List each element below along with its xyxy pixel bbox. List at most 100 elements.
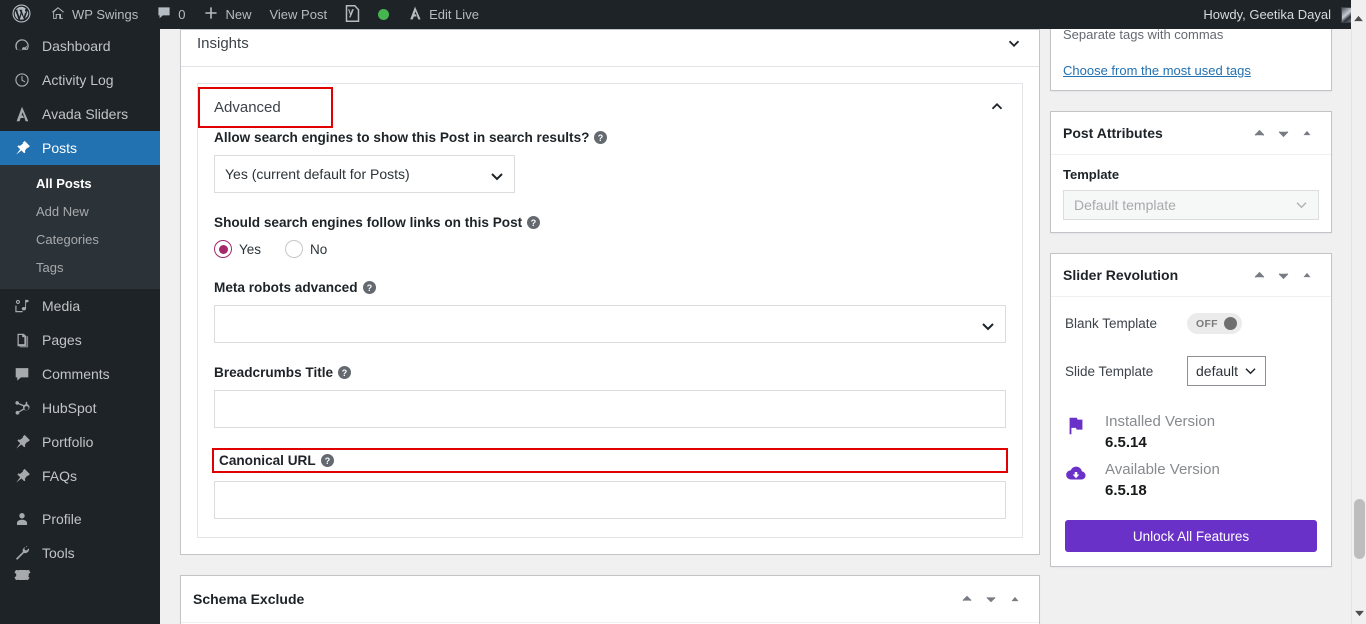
advanced-header[interactable]: Advanced bbox=[198, 84, 1022, 130]
toggle-panel-icon[interactable] bbox=[1295, 264, 1319, 286]
wordpress-logo-icon bbox=[12, 3, 31, 26]
blank-template-toggle[interactable]: OFF bbox=[1187, 313, 1242, 334]
sidebar-item-label: Profile bbox=[42, 511, 82, 527]
help-icon[interactable]: ? bbox=[527, 216, 541, 229]
sidebar-item-partial[interactable] bbox=[0, 570, 160, 580]
pin-icon bbox=[12, 466, 32, 486]
wrench-icon bbox=[12, 543, 32, 563]
new-label: New bbox=[225, 7, 252, 22]
sidebar-item-profile[interactable]: Profile bbox=[0, 502, 160, 536]
svg-text:?: ? bbox=[531, 218, 536, 228]
caret-down-icon[interactable] bbox=[1271, 122, 1295, 144]
scroll-up-arrow-icon[interactable] bbox=[1354, 9, 1363, 27]
follow-links-label: Should search engines follow links on th… bbox=[214, 215, 523, 230]
seo-section-insights: Insights bbox=[181, 30, 1039, 67]
menu-separator bbox=[0, 493, 160, 502]
canonical-url-label: Canonical URL bbox=[219, 453, 316, 468]
slider-revolution-header[interactable]: Slider Revolution bbox=[1051, 254, 1331, 297]
toggle-panel-icon[interactable] bbox=[1003, 588, 1027, 610]
schema-exclude-header[interactable]: Schema Exclude bbox=[181, 576, 1039, 623]
sidebar-item-faqs[interactable]: FAQs bbox=[0, 459, 160, 493]
sidebar-item-portfolio[interactable]: Portfolio bbox=[0, 425, 160, 459]
sidebar-item-posts[interactable]: Posts bbox=[0, 131, 160, 165]
plus-icon bbox=[203, 5, 219, 24]
canonical-url-input[interactable] bbox=[214, 481, 1006, 519]
sidebar-item-tools[interactable]: Tools bbox=[0, 536, 160, 570]
most-used-tags-link[interactable]: Choose from the most used tags bbox=[1051, 63, 1263, 90]
yoast-seo-button[interactable] bbox=[336, 0, 369, 29]
submenu-item-all-posts[interactable]: All Posts bbox=[0, 170, 160, 198]
help-icon[interactable]: ? bbox=[362, 281, 376, 294]
breadcrumbs-title-input[interactable] bbox=[214, 390, 1006, 428]
caret-down-icon[interactable] bbox=[1271, 264, 1295, 286]
radio-follow-yes[interactable]: Yes bbox=[214, 240, 261, 258]
sidebar-item-media[interactable]: Media bbox=[0, 289, 160, 323]
installed-version-value: 6.5.14 bbox=[1105, 434, 1147, 451]
available-version-text: Available Version 6.5.18 bbox=[1105, 460, 1220, 502]
radio-dot-checked-icon bbox=[214, 240, 232, 258]
post-attributes-metabox: Post Attributes Template Default templat… bbox=[1050, 111, 1332, 233]
chevron-down-icon bbox=[1005, 34, 1023, 52]
caret-up-icon[interactable] bbox=[1247, 122, 1271, 144]
advanced-title-wrap: Advanced bbox=[198, 86, 988, 128]
follow-links-radio-group: Yes No bbox=[214, 240, 1006, 258]
unlock-all-features-button[interactable]: Unlock All Features bbox=[1065, 520, 1317, 552]
submenu-item-add-new[interactable]: Add New bbox=[0, 198, 160, 226]
sidebar-item-comments[interactable]: Comments bbox=[0, 357, 160, 391]
admin-bar: WP Swings 0 New View Post Edit Live Howd… bbox=[0, 0, 1366, 29]
allow-search-engines-select[interactable]: Yes (current default for Posts) No bbox=[214, 155, 515, 193]
breadcrumbs-title-label-row: Breadcrumbs Title ? bbox=[214, 365, 1006, 380]
help-icon[interactable]: ? bbox=[320, 454, 334, 467]
new-content-button[interactable]: New bbox=[194, 0, 260, 29]
help-icon[interactable]: ? bbox=[338, 366, 352, 379]
slide-template-select[interactable]: default bbox=[1187, 356, 1267, 386]
sidebar-item-dashboard[interactable]: Dashboard bbox=[0, 29, 160, 63]
allow-search-engines-select-wrap: Yes (current default for Posts) No bbox=[214, 155, 515, 193]
scrollbar-thumb[interactable] bbox=[1354, 499, 1365, 559]
sidebar-item-avada-sliders[interactable]: Avada Sliders bbox=[0, 97, 160, 131]
comment-bubble-icon bbox=[12, 364, 32, 384]
view-post-label: View Post bbox=[269, 7, 328, 22]
sidebar-item-activity-log[interactable]: Activity Log bbox=[0, 63, 160, 97]
insights-title: Insights bbox=[197, 34, 249, 52]
field-meta-robots-advanced: Meta robots advanced ? No Image Index No… bbox=[214, 280, 1006, 343]
pin-icon bbox=[12, 138, 32, 158]
side-column: Separate tags with commas Choose from th… bbox=[1050, 29, 1332, 587]
field-allow-search-engines: Allow search engines to show this Post i… bbox=[214, 130, 1006, 193]
radio-follow-yes-label: Yes bbox=[239, 241, 262, 257]
slide-template-row: Slide Template default bbox=[1065, 356, 1317, 386]
toggle-panel-icon[interactable] bbox=[1295, 122, 1319, 144]
wordpress-logo-button[interactable] bbox=[0, 0, 41, 29]
view-post-button[interactable]: View Post bbox=[260, 0, 336, 29]
meta-robots-label-row: Meta robots advanced ? bbox=[214, 280, 1006, 295]
svg-text:?: ? bbox=[366, 283, 371, 293]
account-menu-button[interactable]: Howdy, Geetika Dayal bbox=[1194, 0, 1366, 29]
flag-icon bbox=[1065, 412, 1091, 442]
sidebar-item-hubspot[interactable]: HubSpot bbox=[0, 391, 160, 425]
allow-search-engines-label: Allow search engines to show this Post i… bbox=[214, 130, 590, 145]
sidebar-item-pages[interactable]: Pages bbox=[0, 323, 160, 357]
canonical-url-highlight-box: Canonical URL ? bbox=[212, 448, 1008, 473]
meta-robots-select[interactable]: No Image Index No Archive No Snippet bbox=[214, 305, 1006, 343]
submenu-item-tags[interactable]: Tags bbox=[0, 254, 160, 282]
scroll-down-arrow-icon[interactable] bbox=[1355, 604, 1364, 622]
sidebar-item-label: Avada Sliders bbox=[42, 106, 129, 122]
page-scrollbar[interactable] bbox=[1351, 29, 1366, 624]
posts-submenu: All Posts Add New Categories Tags bbox=[0, 165, 160, 289]
help-icon[interactable]: ? bbox=[594, 131, 608, 144]
insights-header[interactable]: Insights bbox=[181, 30, 1039, 66]
submenu-item-categories[interactable]: Categories bbox=[0, 226, 160, 254]
post-attributes-header[interactable]: Post Attributes bbox=[1051, 112, 1331, 155]
radio-follow-no[interactable]: No bbox=[285, 240, 327, 258]
avada-icon bbox=[407, 5, 423, 24]
comments-button[interactable]: 0 bbox=[147, 0, 194, 29]
svg-text:?: ? bbox=[324, 456, 329, 466]
tags-hint: Separate tags with commas bbox=[1063, 29, 1224, 42]
caret-up-icon[interactable] bbox=[1247, 264, 1271, 286]
caret-down-icon[interactable] bbox=[979, 588, 1003, 610]
edit-live-button[interactable]: Edit Live bbox=[398, 0, 488, 29]
caret-up-icon[interactable] bbox=[955, 588, 979, 610]
seo-status-indicator[interactable] bbox=[369, 0, 398, 29]
cloud-download-icon bbox=[1065, 460, 1091, 490]
site-name-button[interactable]: WP Swings bbox=[41, 0, 147, 29]
